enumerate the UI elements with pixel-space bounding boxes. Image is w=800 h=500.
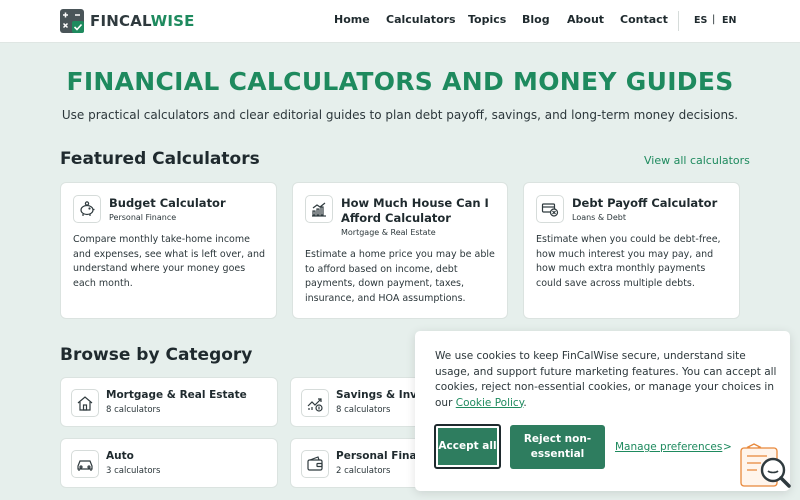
cookie-banner: We use cookies to keep FinCalWise secure… <box>415 331 790 491</box>
nav-home[interactable]: Home <box>334 13 370 26</box>
card-description: Compare monthly take-home income and exp… <box>73 234 265 289</box>
card-category: Personal Finance <box>109 213 177 222</box>
investment-chart-icon <box>301 389 329 417</box>
category-count: 8 calculators <box>106 405 161 415</box>
main-nav: Home Calculators Topics Blog About Conta… <box>0 13 800 29</box>
cookie-text-end: . <box>523 396 527 409</box>
category-card-mortgage[interactable]: Mortgage & Real Estate 8 calculators <box>60 377 278 427</box>
category-name: Savings & Inv <box>336 389 418 401</box>
card-category: Mortgage & Real Estate <box>341 228 436 237</box>
lang-es[interactable]: ES <box>694 15 707 26</box>
calculator-card-debt-payoff[interactable]: Debt Payoff Calculator Loans & Debt Esti… <box>523 182 740 319</box>
card-title: Budget Calculator <box>109 196 226 210</box>
lang-separator: | <box>712 14 716 25</box>
nav-calculators[interactable]: Calculators <box>386 13 456 26</box>
hero-subtitle: Use practical calculators and clear edit… <box>61 108 739 122</box>
featured-title: Featured Calculators <box>60 149 260 169</box>
house-icon <box>71 389 99 417</box>
lang-divider <box>678 11 679 31</box>
chart-growth-icon <box>305 195 333 223</box>
nav-topics[interactable]: Topics <box>468 13 506 26</box>
browse-title: Browse by Category <box>60 345 253 365</box>
card-title: Debt Payoff Calculator <box>572 196 718 210</box>
cookie-text: We use cookies to keep FinCalWise secure… <box>435 349 780 411</box>
lang-en[interactable]: EN <box>722 15 736 26</box>
chevron-right-icon: > <box>723 441 732 453</box>
category-count: 8 calculators <box>336 405 391 415</box>
hero-title: FINANCIAL CALCULATORS AND MONEY GUIDES <box>66 67 734 96</box>
category-name: Auto <box>106 450 134 462</box>
site-header: FINCALWISE Home Calculators Topics Blog … <box>0 0 800 43</box>
card-title: How Much House Can I Afford Calculator <box>341 196 489 225</box>
category-name: Mortgage & Real Estate <box>106 389 247 401</box>
nav-contact[interactable]: Contact <box>620 13 668 26</box>
nav-about[interactable]: About <box>567 13 604 26</box>
calculator-search-widget-icon[interactable] <box>740 442 792 490</box>
card-payoff-icon <box>536 195 564 223</box>
card-description: Estimate when you could be debt-free, ho… <box>536 234 721 289</box>
accept-all-button[interactable]: Accept all <box>434 424 501 469</box>
piggy-bank-icon <box>73 195 101 223</box>
reject-non-essential-button[interactable]: Reject non-essential <box>510 425 605 469</box>
category-card-auto[interactable]: Auto 3 calculators <box>60 438 278 488</box>
category-count: 2 calculators <box>336 466 391 476</box>
wallet-icon <box>301 450 329 478</box>
calculator-card-house-afford[interactable]: How Much House Can I Afford Calculator M… <box>292 182 508 319</box>
card-description: Estimate a home price you may be able to… <box>305 249 495 304</box>
calculator-card-budget[interactable]: Budget Calculator Personal Finance Compa… <box>60 182 277 319</box>
card-category: Loans & Debt <box>572 213 626 222</box>
nav-blog[interactable]: Blog <box>522 13 550 26</box>
view-all-calculators-link[interactable]: View all calculators <box>644 154 750 167</box>
category-count: 3 calculators <box>106 466 161 476</box>
manage-preferences-link[interactable]: Manage preferences <box>615 441 722 453</box>
cookie-policy-link[interactable]: Cookie Policy <box>456 397 524 409</box>
car-icon <box>71 450 99 478</box>
category-name: Personal Fina <box>336 450 417 462</box>
